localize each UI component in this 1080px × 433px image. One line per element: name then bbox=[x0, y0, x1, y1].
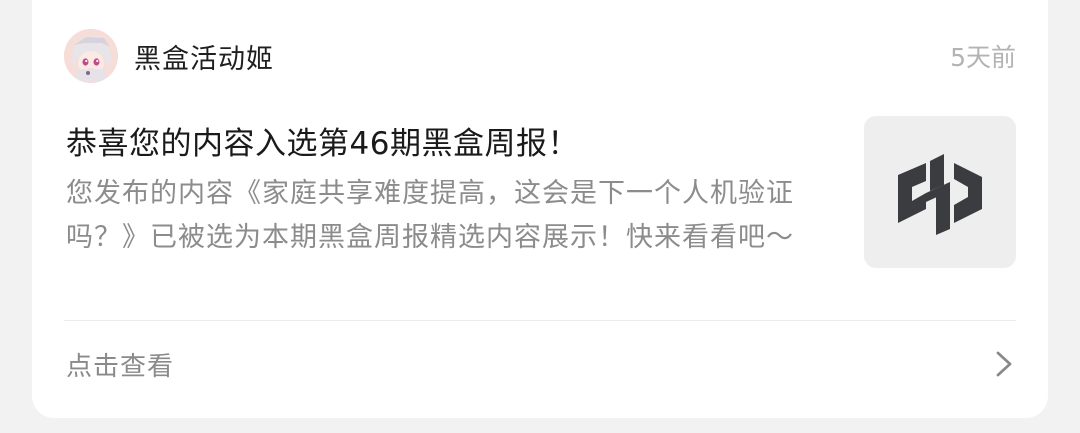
timestamp: 5天前 bbox=[950, 43, 1016, 72]
anime-girl-avatar-icon bbox=[64, 29, 118, 83]
avatar[interactable] bbox=[64, 29, 118, 83]
heybox-logo-icon bbox=[898, 154, 982, 235]
notification-body: 您发布的内容《家庭共享难度提高，这会是下一个人机验证吗？》已被选为本期黑盒周报精… bbox=[66, 178, 794, 253]
notification-title: 恭喜您的内容入选第46期黑盒周报！ bbox=[66, 126, 579, 162]
sender-name: 黑盒活动姬 bbox=[134, 43, 274, 75]
view-details-label[interactable]: 点击查看 bbox=[66, 346, 174, 383]
thumbnail[interactable] bbox=[864, 116, 1016, 268]
notification-card[interactable]: 黑盒活动姬 5天前 恭喜您的内容入选第46期黑盒周报！ 您发布的内容《家庭共享难… bbox=[32, 0, 1048, 418]
notification-header: 黑盒活动姬 5天前 bbox=[64, 28, 1016, 84]
chevron-right-icon[interactable] bbox=[992, 349, 1016, 379]
view-details-row[interactable]: 点击查看 bbox=[32, 321, 1048, 407]
